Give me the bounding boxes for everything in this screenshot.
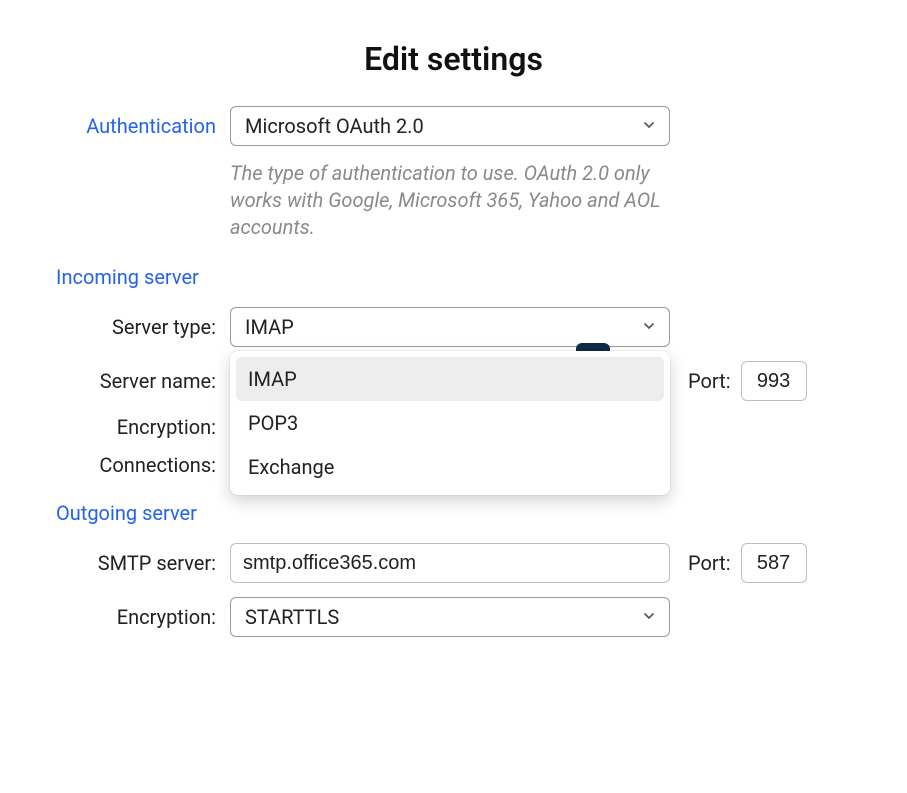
server-type-option-imap[interactable]: IMAP <box>236 357 664 401</box>
server-type-select[interactable]: IMAP <box>230 307 670 347</box>
server-name-label: Server name: <box>50 369 230 393</box>
authentication-select[interactable]: Microsoft OAuth 2.0 <box>230 106 670 146</box>
server-type-option-exchange[interactable]: Exchange <box>236 445 664 489</box>
incoming-port-label: Port: <box>688 369 731 393</box>
smtp-server-label: SMTP server: <box>50 551 230 575</box>
outgoing-encryption-label: Encryption: <box>50 605 230 629</box>
smtp-server-input[interactable] <box>230 543 670 583</box>
outgoing-port-input[interactable] <box>741 543 807 583</box>
incoming-encryption-label: Encryption: <box>50 415 230 439</box>
outgoing-encryption-select-value: STARTTLS <box>245 605 339 629</box>
server-type-label: Server type: <box>50 315 230 339</box>
incoming-server-heading: Incoming server <box>50 265 857 289</box>
outgoing-encryption-select[interactable]: STARTTLS <box>230 597 670 637</box>
connections-label: Connections: <box>50 453 230 477</box>
outgoing-port-label: Port: <box>688 551 731 575</box>
chevron-down-icon <box>641 605 657 629</box>
authentication-label[interactable]: Authentication <box>50 114 230 138</box>
page-title: Edit settings <box>50 40 857 78</box>
authentication-help-text: The type of authentication to use. OAuth… <box>230 160 670 241</box>
server-type-option-pop3[interactable]: POP3 <box>236 401 664 445</box>
outgoing-server-heading: Outgoing server <box>50 501 857 525</box>
server-type-dropdown: IMAP POP3 Exchange <box>230 351 670 495</box>
server-type-select-value: IMAP <box>245 315 294 339</box>
chevron-down-icon <box>641 114 657 138</box>
incoming-port-input[interactable] <box>741 361 807 401</box>
authentication-select-value: Microsoft OAuth 2.0 <box>245 114 424 138</box>
chevron-down-icon <box>641 315 657 339</box>
